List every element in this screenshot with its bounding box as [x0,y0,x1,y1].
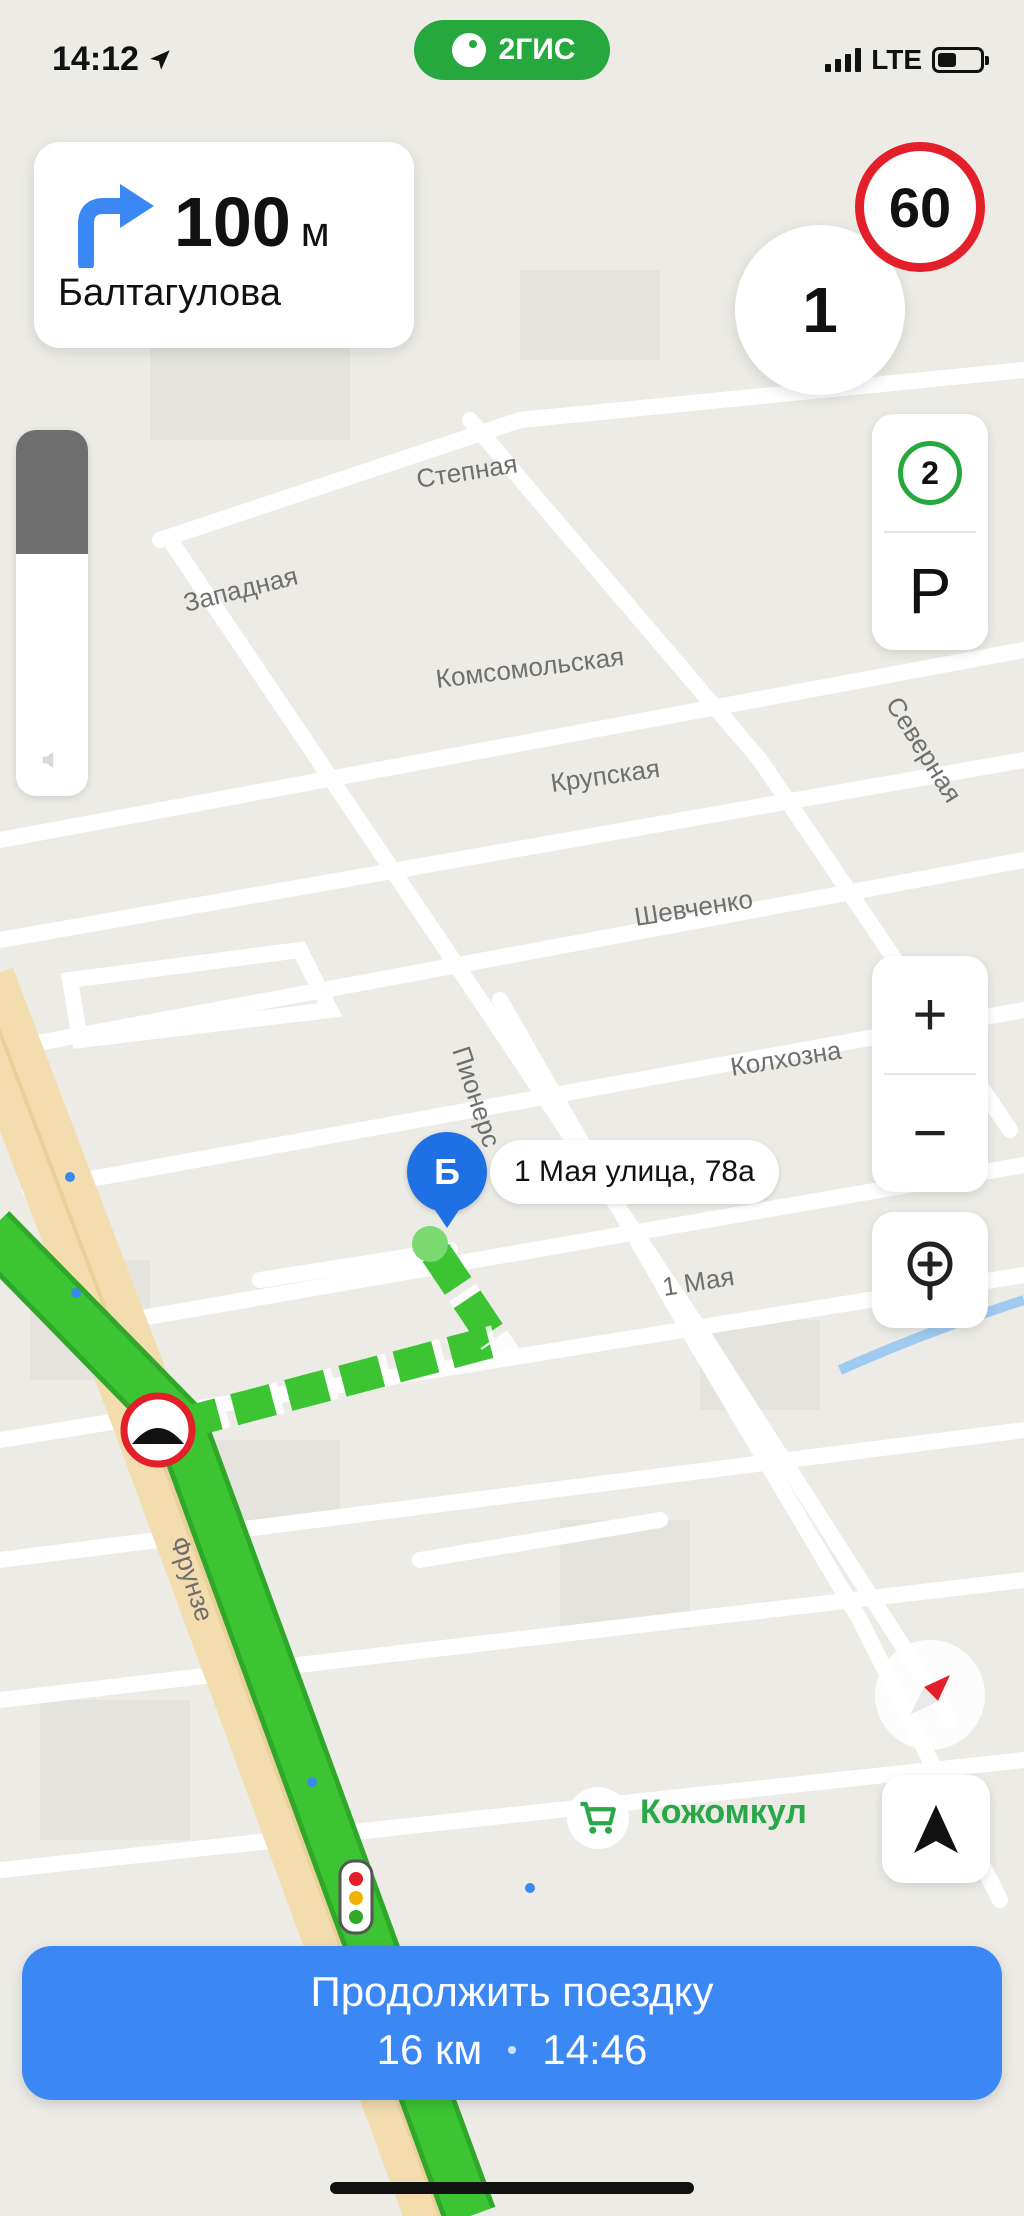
trip-eta: 14:46 [542,2026,648,2073]
zoom-controls: + − [872,956,988,1192]
status-indicators: LTE [825,44,989,76]
traffic-button[interactable]: 2 [872,414,988,532]
traffic-light-icon [338,1859,374,1935]
status-time: 14:12 [52,40,173,79]
my-location-button[interactable] [882,1775,990,1883]
compass-icon [910,1675,950,1715]
volume-slider[interactable] [16,430,88,796]
maneuver-card[interactable]: 100 м Балтагулова [34,142,414,348]
turn-right-arrow-icon [78,184,154,268]
trip-distance: 16 км [376,2026,483,2073]
location-arrow-icon [150,49,170,70]
continue-trip-button[interactable]: Продолжить поездку 16 км 14:46 [22,1946,1002,2100]
maneuver-street: Балтагулова [58,272,282,314]
volume-slider-fill [16,430,88,555]
traffic-level: 2 [898,441,962,505]
zoom-in-button[interactable]: + [872,956,988,1074]
signal-strength-icon [825,48,862,72]
shopping-cart-icon[interactable] [567,1787,629,1849]
add-pin-icon [907,1241,953,1301]
zoom-out-button[interactable]: − [872,1074,988,1192]
separator-dot [508,2046,517,2054]
brand-badge[interactable]: 2ГИС [414,20,610,80]
brand-name: 2ГИС [498,33,576,66]
parking-label: P [908,555,952,627]
home-indicator[interactable] [330,2182,694,2194]
speed-bump-sign-icon [120,1392,196,1468]
trip-summary: 16 км 14:46 [22,2026,1002,2074]
speaker-icon [42,751,54,769]
speed-limit-sign: 60 [855,142,985,272]
add-point-button[interactable] [872,1212,988,1328]
continue-trip-label: Продолжить поездку [310,1968,714,2015]
maneuver-distance: 100 м [174,183,330,261]
compass-button[interactable] [875,1640,985,1750]
battery-icon [932,47,989,73]
destination-marker[interactable]: Б [407,1132,487,1228]
zoom-in-icon: + [912,981,948,1048]
poi-label[interactable]: Кожомкул [640,1793,807,1832]
parking-button[interactable]: P [872,532,988,650]
brand-logo-icon [451,33,486,67]
zoom-out-icon: − [912,1099,948,1166]
maneuver-unit: м [300,208,330,255]
network-type: LTE [871,44,922,75]
navigation-arrow-icon [914,1805,958,1853]
destination-label[interactable]: 1 Мая улица, 78а [490,1140,779,1204]
map-layers-panel: 2 P [872,414,988,650]
